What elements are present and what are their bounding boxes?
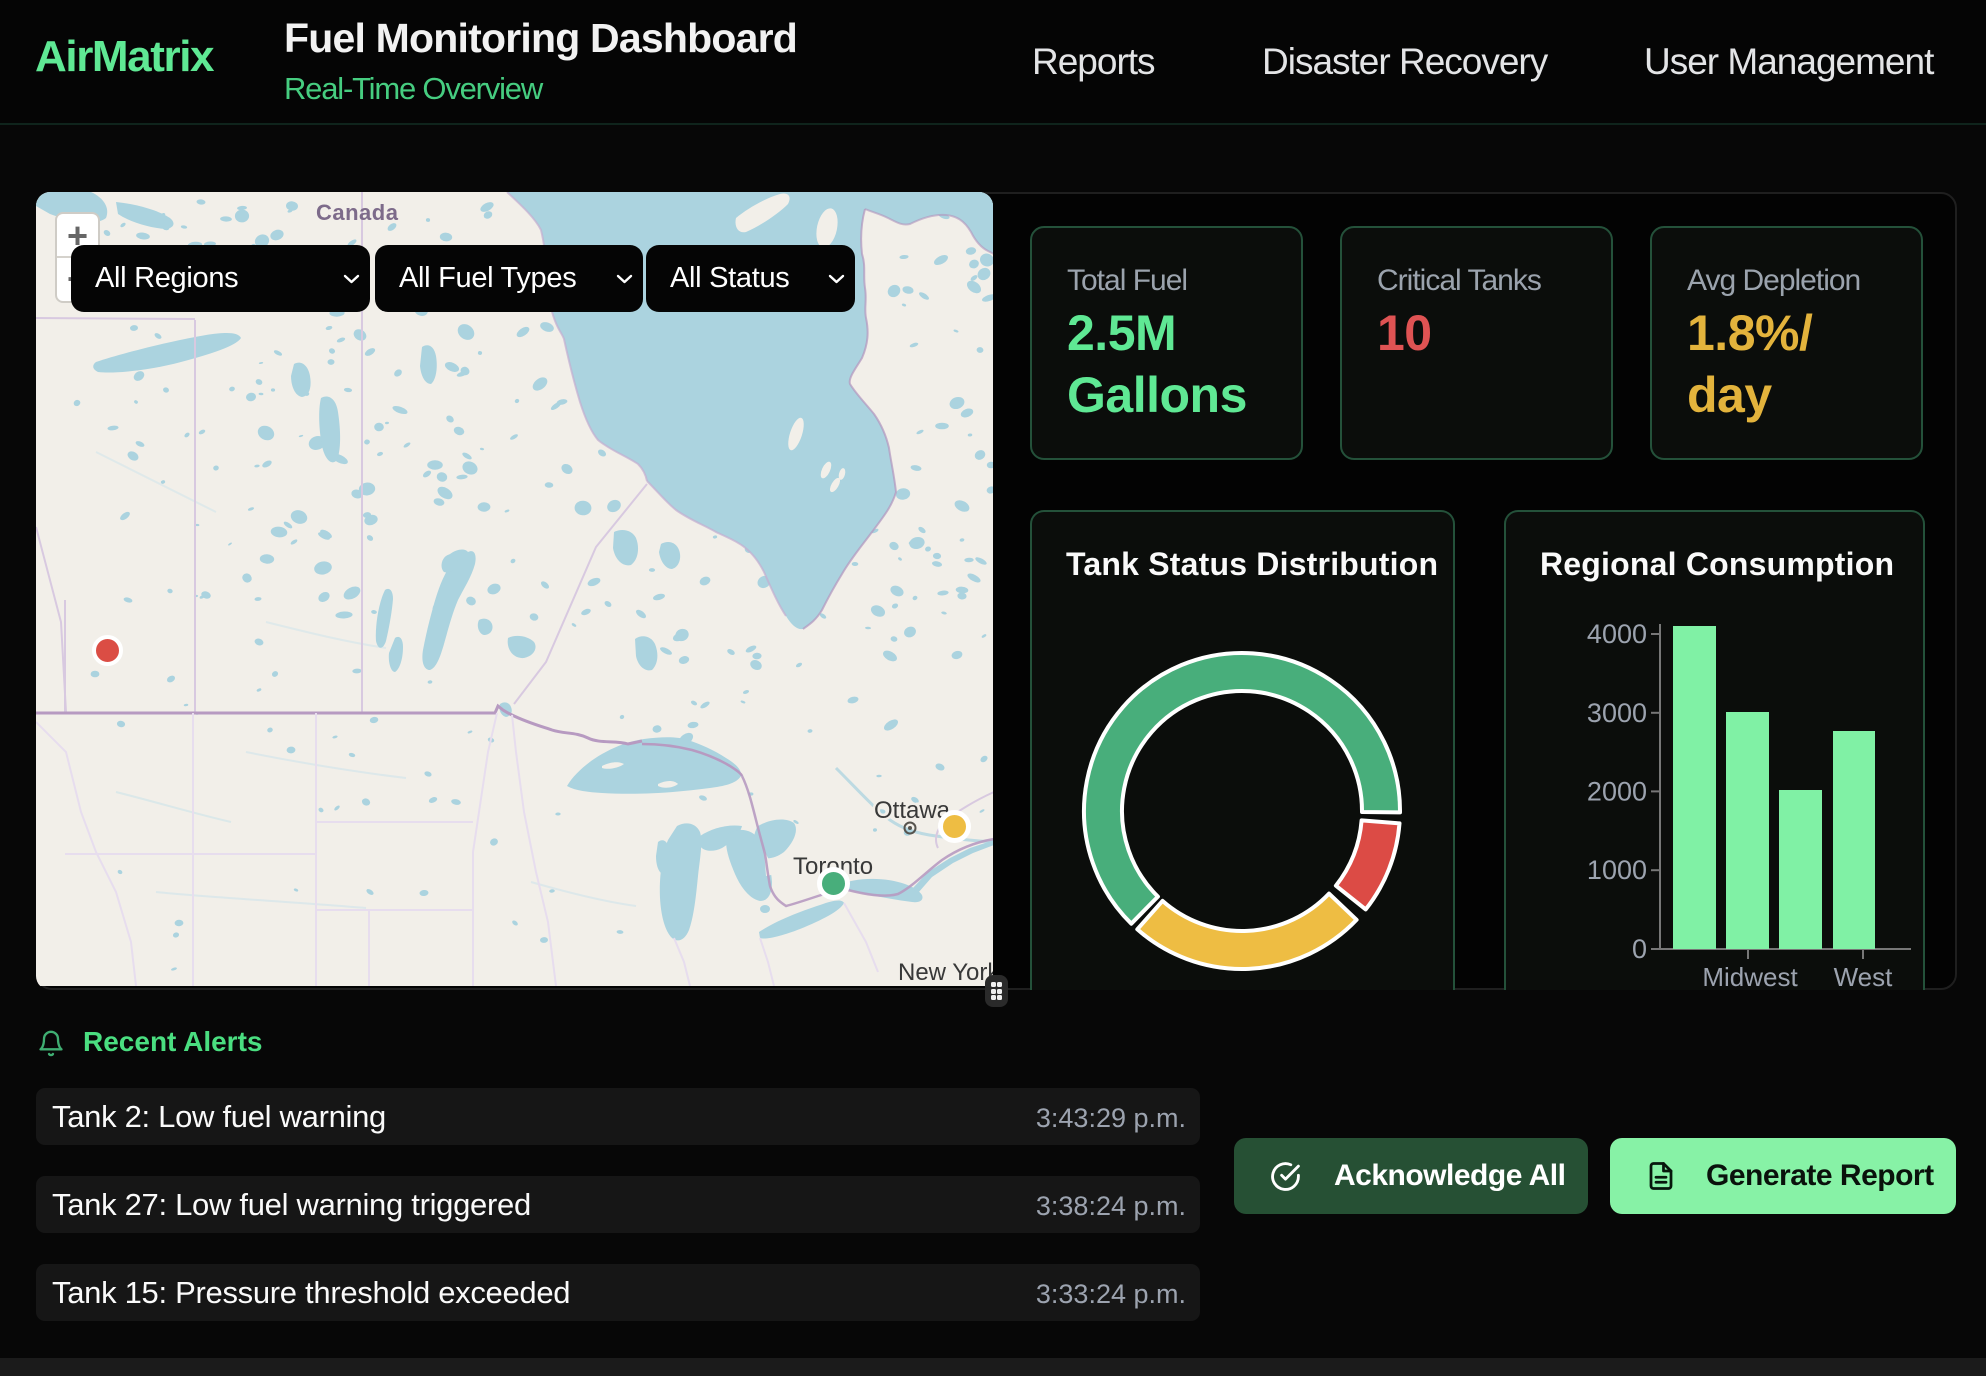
svg-text:1000: 1000 (1587, 855, 1647, 885)
svg-text:4000: 4000 (1587, 619, 1647, 649)
svg-text:0: 0 (1632, 934, 1647, 964)
svg-text:2000: 2000 (1587, 776, 1647, 806)
svg-text:West: West (1834, 962, 1894, 988)
svg-text:Canada: Canada (316, 200, 399, 225)
svg-text:New York: New York (898, 959, 993, 986)
svg-text:Midwest: Midwest (1702, 962, 1798, 988)
svg-text:3000: 3000 (1587, 698, 1647, 728)
